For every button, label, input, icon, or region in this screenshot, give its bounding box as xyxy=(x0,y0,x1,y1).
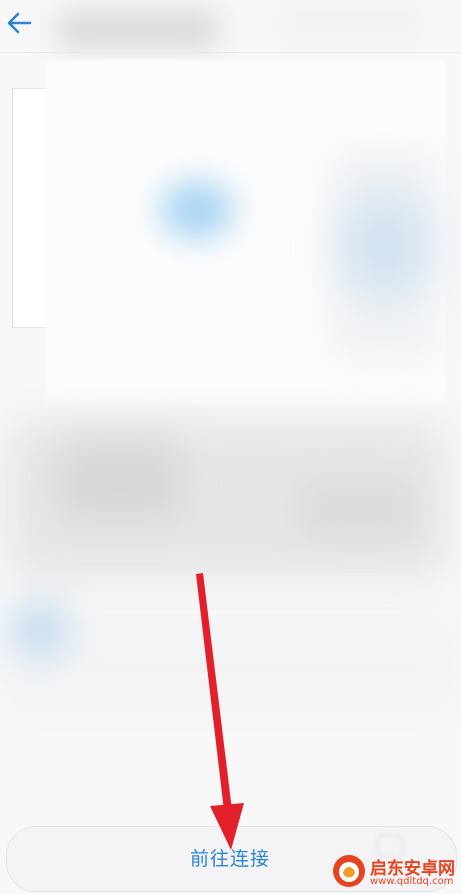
blurred-blue-icon xyxy=(160,180,234,240)
arrow-left-icon[interactable] xyxy=(4,8,34,38)
watermark-domain: www.qdltdq.com xyxy=(370,876,454,887)
device-card-edge xyxy=(12,88,47,328)
blurred-blue-spot xyxy=(10,600,70,660)
connect-button[interactable]: 前往连接 xyxy=(170,840,290,874)
blurred-title xyxy=(58,10,218,50)
blurred-blue-shape xyxy=(340,190,430,300)
blurred-content-detail xyxy=(300,480,420,540)
blurred-header-area xyxy=(280,8,420,38)
top-bar xyxy=(0,0,461,50)
header-divider xyxy=(0,52,461,53)
watermark-logo-icon xyxy=(333,855,365,887)
watermark: 启东安卓网 www.qdltdq.com xyxy=(330,850,461,894)
blurred-content-detail xyxy=(60,440,180,520)
